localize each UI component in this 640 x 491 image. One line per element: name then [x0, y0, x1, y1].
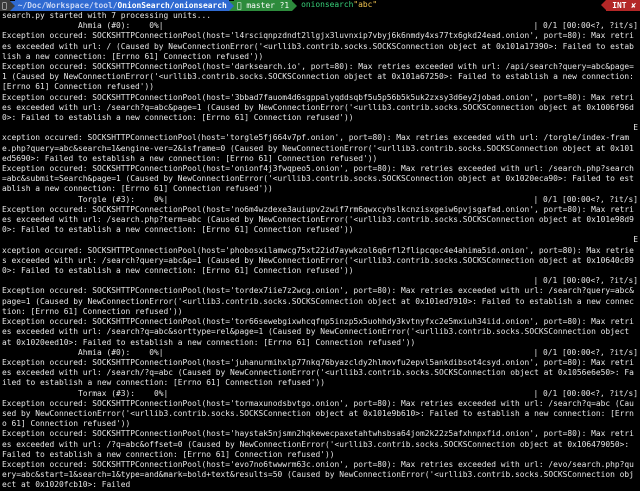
- command-name: onionsearch: [301, 0, 354, 10]
- progress-counter: | 0/1 [00:00<?, ?it/s]: [533, 194, 638, 204]
- progress-line: | 0/1 [00:00<?, ?it/s]: [2, 276, 638, 286]
- progress-counter: | 0/1 [00:00<?, ?it/s]: [533, 21, 638, 31]
- progress-line: Ahmia (#0): 0%| | 0/1 [00:00<?, ?it/s]: [2, 348, 638, 358]
- progress-line: Torgle (#3): 0%| | 0/1 [00:00<?, ?it/s]: [2, 195, 638, 205]
- output-line: Exception occured: SOCKSHTTPConnectionPo…: [2, 204, 634, 235]
- progress-label: Ahmia (#0): 0%|: [2, 21, 164, 31]
- progress-counter: | 0/1 [00:00<?, ?it/s]: [533, 347, 638, 357]
- output-line: Exception occured: SOCKSHTTPConnectionPo…: [2, 92, 634, 123]
- output-line: Exception occured: SOCKSHTTPConnectionPo…: [2, 31, 634, 61]
- cwd-prefix: ~/Doc/Workspace/tool/: [17, 1, 118, 10]
- cwd-path: ~/Doc/Workspace/tool/OnionSearch/onionse…: [14, 0, 229, 11]
- apple-icon: : [0, 0, 10, 11]
- output-line: Exception occured: SOCKSHTTPConnectionPo…: [2, 164, 634, 194]
- output-line: Exception occured: SOCKSHTTPConnectionPo…: [2, 429, 634, 459]
- git-branch: master ?1: [246, 1, 290, 10]
- cwd-current: OnionSearch/onionsearch: [117, 1, 227, 10]
- output-line: xception occured: SOCKSHTTPConnectionPoo…: [2, 245, 634, 276]
- exit-status-badge: INT ✘: [601, 0, 640, 11]
- output-line: Exception occured: SOCKSHTTPConnectionPo…: [2, 357, 634, 388]
- progress-counter: | 0/1 [00:00<?, ?it/s]: [533, 276, 638, 286]
- git-status:  master ?1: [233, 0, 293, 11]
- output-line: Exception occured: SOCKSHTTPConnectionPo…: [2, 286, 634, 316]
- wrapped-fragment: E: [633, 235, 638, 245]
- output-line: xception occured: SOCKSHTTPConnectionPoo…: [2, 133, 634, 163]
- output-line: search.py started with 7 processing unit…: [2, 11, 212, 20]
- progress-label: Tormax (#3): 0%|: [2, 388, 169, 398]
- terminal-prompt:  ~/Doc/Workspace/tool/OnionSearch/onions…: [0, 0, 640, 11]
- git-branch-icon: : [236, 1, 242, 10]
- output-line: Exception occured: SOCKSHTTPConnectionPo…: [2, 398, 634, 429]
- terminal-output[interactable]: search.py started with 7 processing unit…: [0, 11, 640, 491]
- progress-counter: | 0/1 [00:00<?, ?it/s]: [533, 388, 638, 398]
- progress-label: [2, 276, 533, 286]
- progress-line: Tormax (#3): 0%| | 0/1 [00:00<?, ?it/s]: [2, 389, 638, 399]
- progress-line: Ahmia (#0): 0%| | 0/1 [00:00<?, ?it/s]: [2, 21, 638, 31]
- output-line: Exception occured: SOCKSHTTPConnectionPo…: [2, 62, 639, 92]
- progress-label: Torgle (#3): 0%|: [2, 194, 169, 204]
- wrapped-fragment: E: [633, 123, 638, 133]
- output-line: Exception occured: SOCKSHTTPConnectionPo…: [2, 317, 634, 347]
- command-argument: "abc": [353, 0, 378, 10]
- output-line: Exception occured: SOCKSHTTPConnectionPo…: [2, 459, 634, 490]
- progress-label: Ahmia (#0): 0%|: [2, 347, 164, 357]
